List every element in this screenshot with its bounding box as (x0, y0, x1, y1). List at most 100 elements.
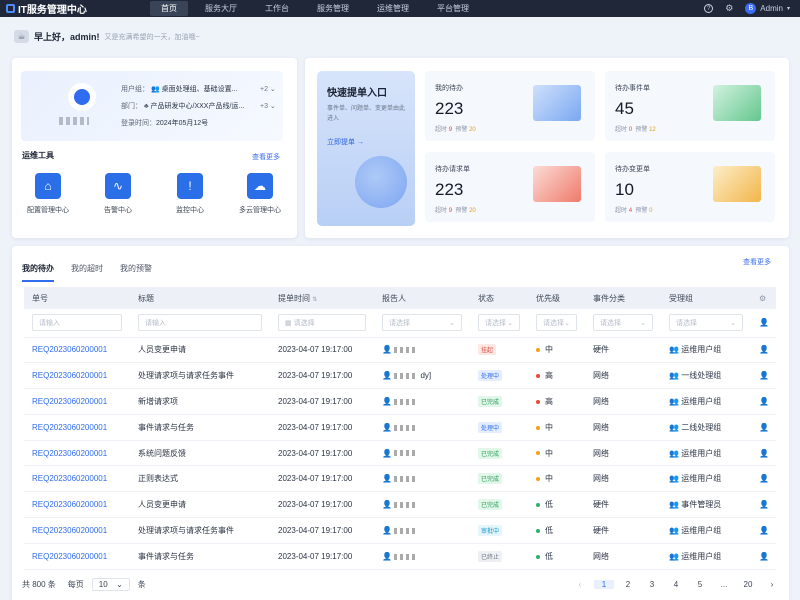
tool-config-center[interactable]: ⌂ 配置管理中心 (18, 173, 78, 215)
stat-sub: 超时 9 预警 20 (435, 124, 476, 133)
table-row[interactable]: REQ2023060200001 新增请求项 2023-04-07 19:17:00… (24, 388, 776, 415)
per-page-select[interactable]: 10 ⌄ (91, 578, 130, 591)
user-icon: 👤 (382, 422, 392, 432)
dept-more[interactable]: +3 ⌄ (260, 102, 276, 110)
ticket-id-cell: REQ2023060200001 (24, 543, 130, 570)
ticket-id-link[interactable]: REQ2023060200001 (32, 500, 107, 509)
ticket-id-link[interactable]: REQ2023060200001 (32, 474, 107, 483)
stat-pending-requests[interactable]: 待办请求单 223 超时 9 预警 20 (425, 152, 595, 222)
filter-select[interactable]: 请选择 ⌄ (593, 314, 653, 332)
table-row[interactable]: REQ2023060200001 处理请求项与请求任务事件 2023-04-07 1… (24, 362, 776, 390)
column-header[interactable]: 单号 (24, 287, 130, 309)
avatar: B (745, 3, 757, 14)
ticket-id-link[interactable]: REQ2023060200001 (32, 345, 107, 354)
column-header[interactable]: 状态 (470, 287, 528, 309)
column-header[interactable]: 优先级 (528, 287, 585, 309)
table-row[interactable]: REQ2023060200001 事件请求与任务 2023-04-07 19:17:… (24, 543, 776, 570)
ticket-id-link[interactable]: REQ2023060200001 (32, 552, 107, 561)
page-button[interactable]: 3 (642, 580, 662, 589)
page-button[interactable]: 5 (690, 580, 710, 589)
tool-multicloud-center[interactable]: ☁ 多云管理中心 (230, 173, 290, 215)
user-icon: 👤 (759, 371, 769, 381)
priority-dot (536, 528, 540, 533)
nav-ops-management[interactable]: 运维管理 (366, 1, 420, 16)
user-icon: 👤 (759, 474, 769, 484)
alarm-icon: ! (177, 173, 203, 199)
app-logo[interactable]: IT服务管理中心 (0, 1, 150, 16)
table-row[interactable]: REQ2023060200001 系统问题反馈 2023-04-07 19:17:0… (24, 440, 776, 467)
table-row[interactable]: REQ2023060200001 处理请求项与请求任务事件 2023-04-07 1… (24, 517, 776, 544)
title-cell: 系统问题反馈 (130, 440, 270, 467)
page-ellipsis: ... (720, 580, 728, 589)
table-row[interactable]: REQ2023060200001 人员变更申请 2023-04-07 19:17:0… (24, 491, 776, 519)
roles-more[interactable]: +2 ⌄ (260, 85, 276, 93)
prev-page-icon[interactable]: ‹ (570, 580, 590, 589)
page-button[interactable]: 2 (618, 580, 638, 589)
filter-select[interactable]: 请选择 ⌄ (669, 314, 743, 332)
chevron-down-icon: ▾ (786, 6, 790, 12)
column-header[interactable]: 提单时间 ⇅ (270, 287, 374, 309)
nav-platform-management[interactable]: 平台管理 (426, 1, 480, 16)
nav-service-hall[interactable]: 服务大厅 (194, 1, 248, 16)
next-page-icon[interactable]: › (762, 580, 782, 589)
stat-pending-changes[interactable]: 待办变更单 10 超时 4 预警 0 (605, 152, 775, 222)
column-settings-icon[interactable]: ⚙ (751, 287, 776, 309)
stat-my-todo[interactable]: 我的待办 223 超时 9 预警 20 (425, 71, 595, 141)
nav-service-management[interactable]: 服务管理 (306, 1, 360, 16)
column-header[interactable]: 受理组 (661, 287, 751, 309)
nav-workbench[interactable]: 工作台 (254, 1, 300, 16)
page-button[interactable]: 1 (594, 580, 614, 589)
priority-cell: 中 (528, 465, 585, 493)
masked-user-name (59, 117, 89, 125)
filter-input[interactable]: 请输入 (32, 314, 122, 332)
table-row[interactable]: REQ2023060200001 人员变更申请 2023-04-07 19:17:0… (24, 337, 776, 364)
column-header[interactable]: 标题 (130, 287, 270, 309)
stat-pending-incidents[interactable]: 待办事件单 45 超时 0 预警 12 (605, 71, 775, 141)
page-button[interactable]: 4 (666, 580, 686, 589)
ticket-id-link[interactable]: REQ2023060200001 (32, 449, 107, 458)
ticket-id-link[interactable]: REQ2023060200001 (32, 423, 107, 432)
ticket-id-cell: REQ2023060200001 (24, 517, 130, 544)
chart-window-icon (533, 85, 581, 121)
assignee-cell: 👤 (751, 440, 776, 467)
page-button[interactable]: 20 (738, 580, 758, 589)
chevron-down-icon: ⌄ (116, 580, 123, 589)
help-icon[interactable]: ? (704, 4, 714, 13)
status-cell: 处理中 (470, 414, 528, 441)
category-cell: 网络 (585, 362, 661, 390)
org-icon: ♣ (143, 103, 149, 110)
nav-home[interactable]: 首页 (150, 1, 188, 16)
tab-my-todo[interactable]: 我的待办 (22, 263, 54, 282)
tab-my-overdue[interactable]: 我的超时 (71, 263, 103, 282)
filter-select[interactable]: 请选择 ⌄ (536, 314, 577, 332)
column-header[interactable]: 事件分类 (585, 287, 661, 309)
time-cell: 2023-04-07 19:17:00 (270, 543, 374, 570)
chevron-down-icon: ⌄ (730, 319, 736, 327)
tool-monitor-center[interactable]: ! 监控中心 (160, 173, 220, 215)
tool-alert-center[interactable]: ∿ 告警中心 (88, 173, 148, 215)
filter-select[interactable]: 请选择 ⌄ (478, 314, 520, 332)
ticket-id-link[interactable]: REQ2023060200001 (32, 371, 107, 380)
user-icon: 👤 (759, 500, 769, 510)
group-text: 运维用户组 (681, 525, 722, 535)
filter-cell: 请输入 (130, 309, 270, 338)
tools-more-link[interactable]: 查看更多 (252, 152, 280, 162)
filter-input[interactable]: 请输入 (138, 314, 262, 332)
table-row[interactable]: REQ2023060200001 正则表达式 2023-04-07 19:17:00… (24, 465, 776, 493)
filter-select[interactable]: 请选择 ⌄ (382, 314, 462, 332)
folder-doc-icon (713, 166, 761, 202)
filter-date[interactable]: ▦ 请选择 (278, 314, 366, 332)
ticket-id-link[interactable]: REQ2023060200001 (32, 526, 107, 535)
sort-icon: ⇅ (312, 296, 318, 303)
quick-ticket-entry[interactable]: 快速提单入口 事件单、问题单、变更单由此进入 立即提单 → (317, 71, 415, 226)
table-more-link[interactable]: 查看更多 (743, 257, 771, 267)
tab-my-warning[interactable]: 我的预警 (120, 263, 152, 282)
column-header[interactable]: 报告人 (374, 287, 470, 309)
submit-ticket-link[interactable]: 立即提单 → (327, 137, 364, 147)
ticket-id-link[interactable]: REQ2023060200001 (32, 397, 107, 406)
table-row[interactable]: REQ2023060200001 事件请求与任务 2023-04-07 19:17:… (24, 414, 776, 441)
settings-icon[interactable]: ⚙ (725, 3, 733, 14)
masked-reporter (394, 450, 419, 457)
group-cell: 👥 运维用户组 (661, 388, 751, 415)
user-menu[interactable]: B Admin ▾ (745, 3, 790, 14)
